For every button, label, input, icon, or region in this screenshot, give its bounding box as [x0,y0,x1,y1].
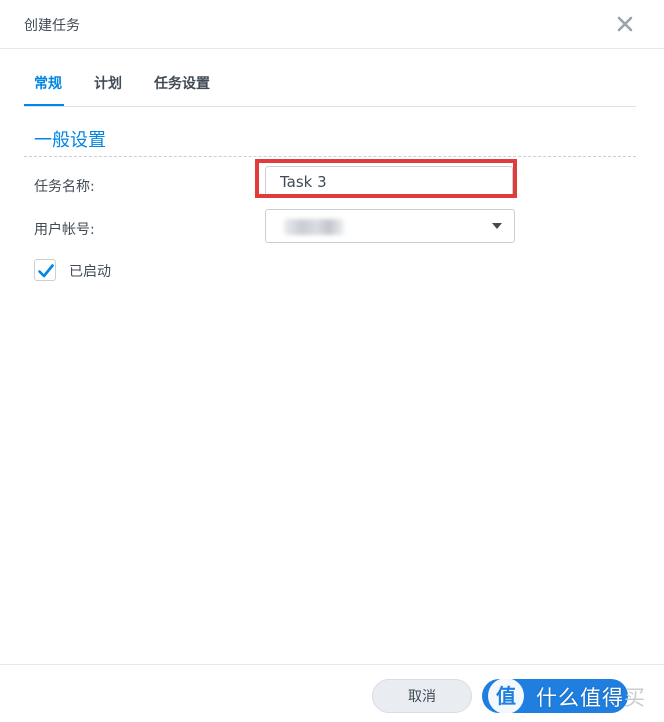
watermark-text: 什么值得买 [536,682,646,712]
enabled-checkbox[interactable] [34,259,56,281]
dialog-title: 创建任务 [24,18,80,34]
watermark-logo: 值 [488,678,524,714]
active-tab-indicator [24,104,64,106]
create-task-dialog: 创建任务 常规 计划 任务设置 一般设置 任务名称: 用户帐号: 已启动 取消 … [0,0,664,722]
tab-bar: 常规 计划 任务设置 [24,60,636,107]
dialog-titlebar: 创建任务 [0,0,664,49]
caret-down-icon [492,223,502,229]
user-account-select[interactable] [265,209,515,243]
cancel-button[interactable]: 取消 [372,679,472,713]
task-name-label: 任务名称: [34,179,95,195]
redacted-username [284,219,344,235]
user-account-label: 用户帐号: [34,222,95,238]
highlight-annotation [255,159,517,198]
section-title: 一般设置 [34,130,106,151]
section-divider [24,156,636,157]
close-icon[interactable] [614,13,636,35]
watermark-text-main: 什么值得 [536,686,624,710]
checkmark-icon [38,264,54,278]
tab-general[interactable]: 常规 [34,73,62,93]
tab-task-settings[interactable]: 任务设置 [154,73,210,93]
tab-schedule[interactable]: 计划 [94,73,122,93]
watermark-text-tail: 买 [624,686,646,710]
enabled-label: 已启动 [69,264,111,280]
